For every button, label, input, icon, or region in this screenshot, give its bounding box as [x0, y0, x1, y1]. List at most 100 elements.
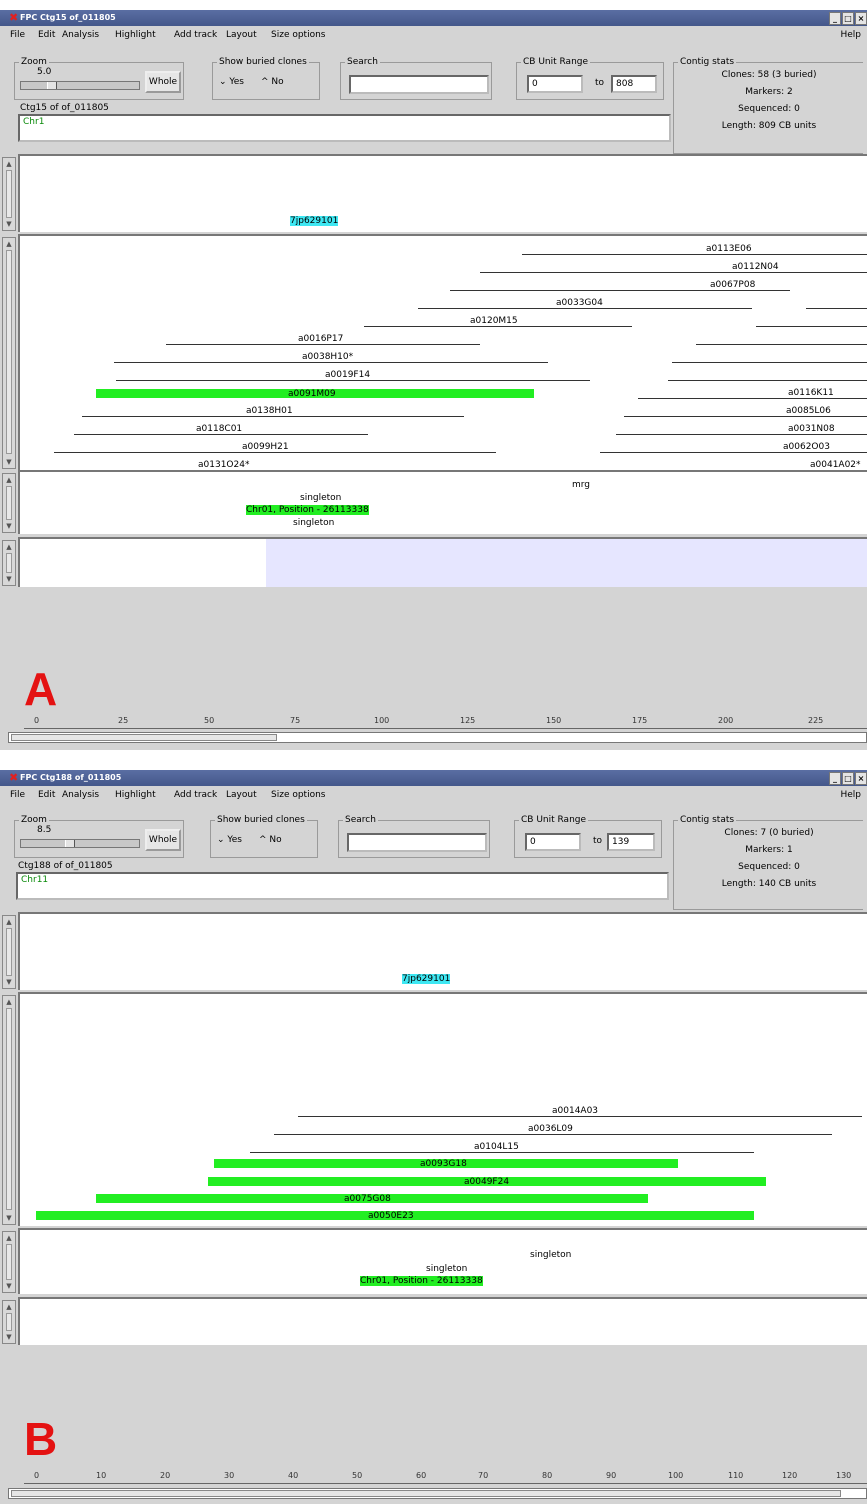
- clone-track-scrollbar[interactable]: ▲ ▼: [2, 237, 16, 469]
- zoom-slider-thumb[interactable]: [65, 840, 75, 847]
- sequence-position-label[interactable]: Chr01, Position - 26113338: [360, 1276, 483, 1286]
- scroll-up-icon[interactable]: ▲: [4, 1302, 14, 1312]
- minimize-icon[interactable]: _: [829, 12, 841, 25]
- scroll-up-icon[interactable]: ▲: [4, 239, 14, 249]
- buried-yes-radio[interactable]: ⌄ Yes: [217, 835, 242, 845]
- menu-edit[interactable]: Edit: [38, 26, 55, 45]
- menu-help[interactable]: Help: [840, 26, 861, 45]
- clone-label[interactable]: a0036L09: [528, 1124, 573, 1134]
- clone-line[interactable]: [364, 326, 632, 327]
- clone-label[interactable]: a0041A02*: [810, 460, 861, 470]
- menu-layout[interactable]: Layout: [226, 786, 257, 805]
- clone-label[interactable]: a0093G18: [420, 1159, 467, 1169]
- clone-line[interactable]: [672, 362, 867, 363]
- close-icon[interactable]: ×: [855, 772, 867, 785]
- clone-line[interactable]: [298, 1116, 862, 1117]
- zoom-slider[interactable]: [20, 81, 140, 90]
- title-bar[interactable]: ✖ FPC Ctg15 of_011805 _ □ ×: [0, 10, 867, 26]
- clone-label[interactable]: a0049F24: [464, 1177, 509, 1187]
- marker-track-scrollbar[interactable]: ▲ ▼: [2, 915, 16, 989]
- clone-label[interactable]: a0033G04: [556, 298, 603, 308]
- menu-file[interactable]: File: [10, 26, 25, 45]
- clone-line[interactable]: [116, 380, 590, 381]
- clone-line[interactable]: [616, 434, 867, 435]
- sequence-track-scrollbar[interactable]: ▲ ▼: [2, 1231, 16, 1293]
- clone-line[interactable]: [250, 1152, 754, 1153]
- search-input[interactable]: [347, 833, 487, 852]
- clone-label[interactable]: a0104L15: [474, 1142, 519, 1152]
- clone-line[interactable]: [624, 416, 867, 417]
- cb-range-to-input[interactable]: 808: [611, 75, 657, 93]
- scroll-up-icon[interactable]: ▲: [4, 917, 14, 927]
- cb-range-to-input[interactable]: 139: [607, 833, 655, 851]
- buried-no-radio[interactable]: ^ No: [259, 835, 282, 845]
- clone-line[interactable]: [600, 452, 867, 453]
- clone-label[interactable]: a0062O03: [783, 442, 830, 452]
- clone-line[interactable]: [668, 380, 867, 381]
- scroll-down-icon[interactable]: ▼: [4, 1332, 14, 1342]
- clone-label[interactable]: a0085L06: [786, 406, 831, 416]
- horizontal-scrollbar[interactable]: [8, 1488, 867, 1499]
- clone-label[interactable]: a0120M15: [470, 316, 518, 326]
- clone-label[interactable]: a0016P17: [298, 334, 343, 344]
- menu-layout[interactable]: Layout: [226, 26, 257, 45]
- clone-label[interactable]: a0118C01: [196, 424, 242, 434]
- marker-label[interactable]: 7jp629101: [402, 974, 451, 984]
- clone-line[interactable]: [522, 254, 867, 255]
- clone-line[interactable]: [54, 452, 496, 453]
- clone-line[interactable]: [806, 308, 867, 309]
- maximize-icon[interactable]: □: [842, 12, 854, 25]
- scroll-down-icon[interactable]: ▼: [4, 1213, 14, 1223]
- menu-analysis[interactable]: Analysis: [62, 786, 99, 805]
- search-input[interactable]: [349, 75, 489, 94]
- scroll-up-icon[interactable]: ▲: [4, 1233, 14, 1243]
- horizontal-scroll-thumb[interactable]: [11, 734, 277, 741]
- clone-label[interactable]: a0138H01: [246, 406, 293, 416]
- scroll-down-icon[interactable]: ▼: [4, 977, 14, 987]
- whole-button[interactable]: Whole: [145, 71, 181, 93]
- zoom-slider-thumb[interactable]: [47, 82, 57, 89]
- buried-yes-radio[interactable]: ⌄ Yes: [219, 77, 244, 87]
- scroll-up-icon[interactable]: ▲: [4, 997, 14, 1007]
- close-icon[interactable]: ×: [855, 12, 867, 25]
- clone-label[interactable]: a0075G08: [344, 1194, 391, 1204]
- sequence-position-label[interactable]: Chr01, Position - 26113338: [246, 505, 369, 515]
- scroll-down-icon[interactable]: ▼: [4, 457, 14, 467]
- zoom-slider[interactable]: [20, 839, 140, 848]
- scroll-down-icon[interactable]: ▼: [4, 1281, 14, 1291]
- clone-label[interactable]: a0014A03: [552, 1106, 598, 1116]
- clone-line[interactable]: [450, 290, 790, 291]
- buried-no-radio[interactable]: ^ No: [261, 77, 284, 87]
- menu-add-track[interactable]: Add track: [174, 786, 217, 805]
- menu-size-options[interactable]: Size options: [271, 786, 325, 805]
- clone-track-scrollbar[interactable]: ▲ ▼: [2, 995, 16, 1225]
- menu-edit[interactable]: Edit: [38, 786, 55, 805]
- sequence-label[interactable]: singleton: [426, 1264, 467, 1274]
- menu-add-track[interactable]: Add track: [174, 26, 217, 45]
- contig-remark-field[interactable]: Chr1: [18, 114, 671, 142]
- contig-remark-field[interactable]: Chr11: [16, 872, 669, 900]
- menu-size-options[interactable]: Size options: [271, 26, 325, 45]
- extra-track-scrollbar[interactable]: ▲ ▼: [2, 540, 16, 586]
- clone-label[interactable]: a0099H21: [242, 442, 289, 452]
- marker-label[interactable]: 7jp629101: [290, 216, 339, 226]
- maximize-icon[interactable]: □: [842, 772, 854, 785]
- clone-label[interactable]: a0031N08: [788, 424, 835, 434]
- menu-analysis[interactable]: Analysis: [62, 26, 99, 45]
- clone-label[interactable]: a0019F14: [325, 370, 370, 380]
- cb-range-from-input[interactable]: 0: [525, 833, 581, 851]
- scroll-down-icon[interactable]: ▼: [4, 574, 14, 584]
- title-bar[interactable]: ✖ FPC Ctg188 of_011805 _ □ ×: [0, 770, 867, 786]
- sequence-track-scrollbar[interactable]: ▲ ▼: [2, 473, 16, 533]
- clone-line[interactable]: [166, 344, 480, 345]
- cb-range-from-input[interactable]: 0: [527, 75, 583, 93]
- clone-label[interactable]: a0112N04: [732, 262, 779, 272]
- extra-track-scrollbar[interactable]: ▲ ▼: [2, 1300, 16, 1344]
- horizontal-scroll-thumb[interactable]: [11, 1490, 841, 1497]
- marker-track-scrollbar[interactable]: ▲ ▼: [2, 157, 16, 231]
- clone-label[interactable]: a0050E23: [368, 1211, 414, 1221]
- scroll-up-icon[interactable]: ▲: [4, 475, 14, 485]
- sequence-label[interactable]: singleton: [530, 1250, 571, 1260]
- scroll-down-icon[interactable]: ▼: [4, 521, 14, 531]
- scroll-up-icon[interactable]: ▲: [4, 159, 14, 169]
